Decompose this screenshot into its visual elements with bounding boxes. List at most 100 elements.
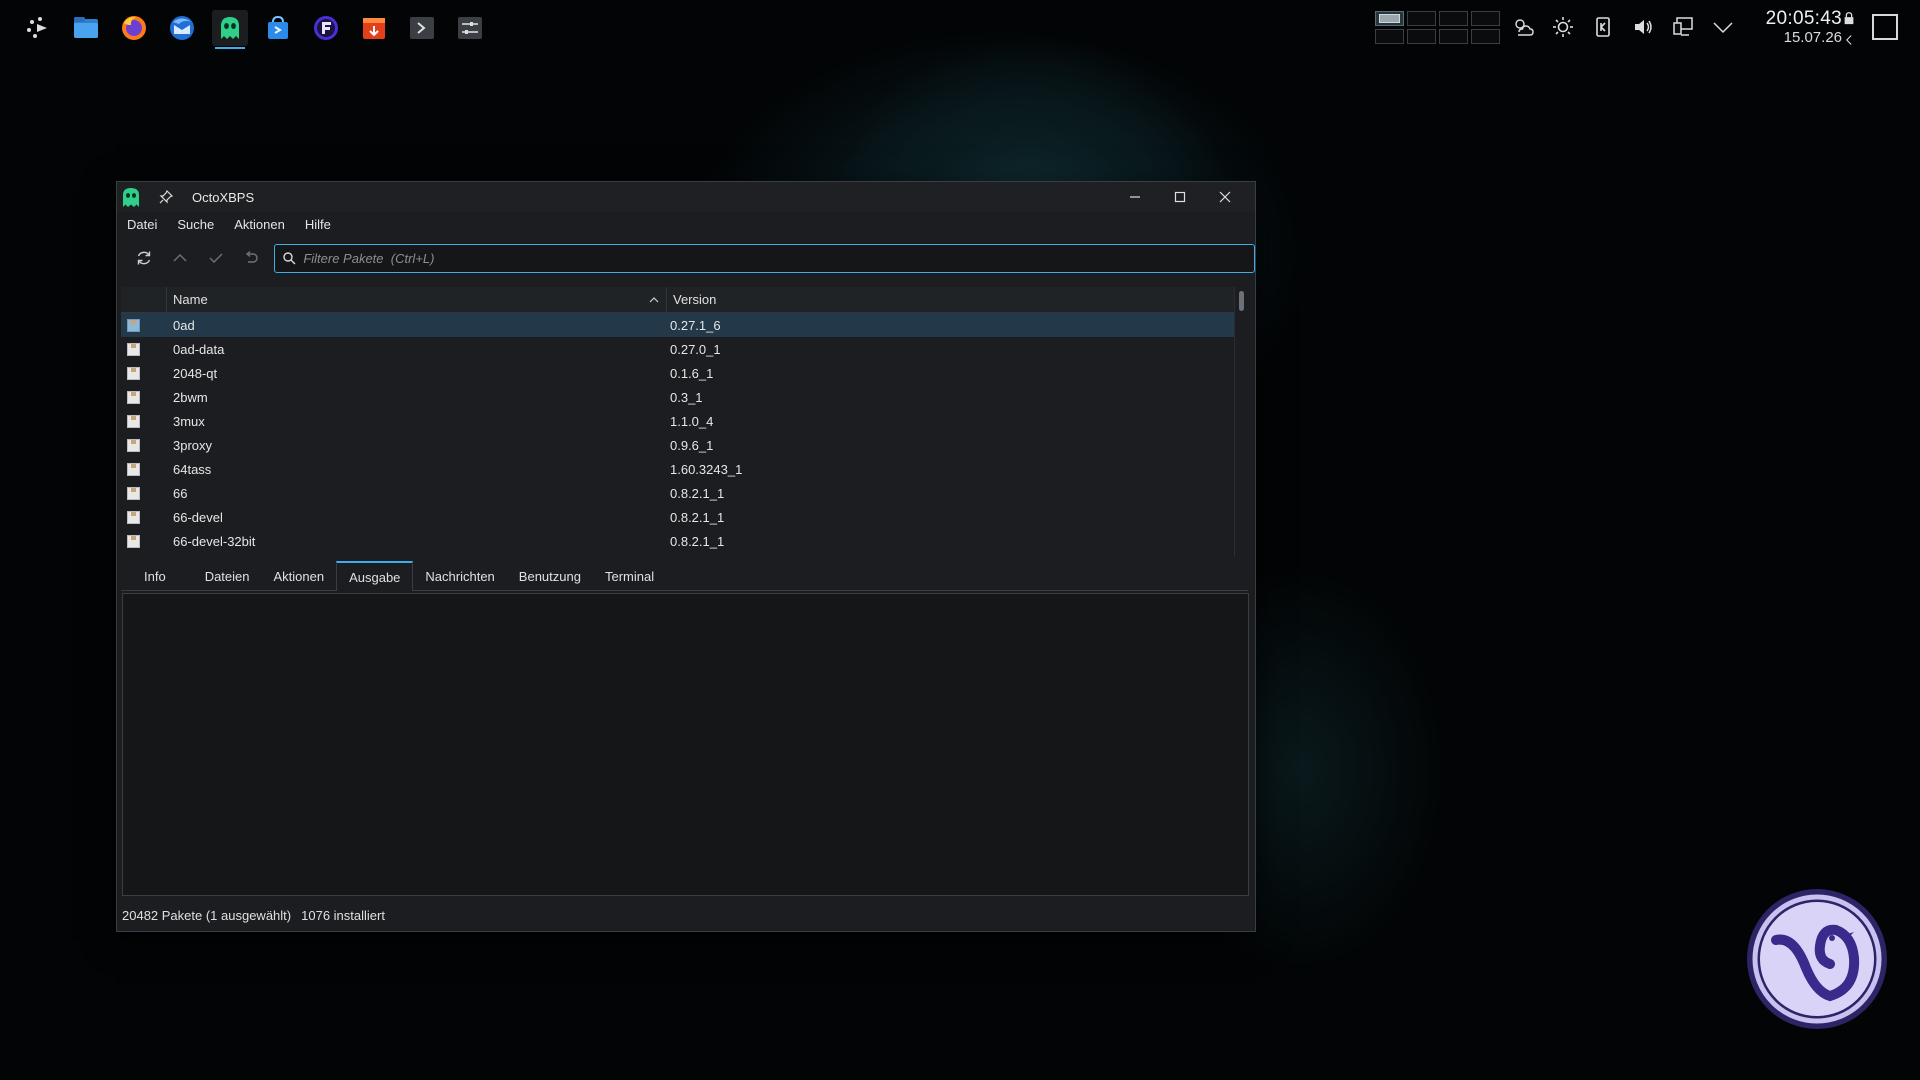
table-row[interactable]: 3proxy 0.9.6_1	[121, 433, 1248, 457]
virtual-desktop-pager[interactable]	[1375, 11, 1500, 44]
row-version: 0.9.6_1	[670, 437, 714, 453]
settings-button[interactable]	[452, 10, 488, 46]
rollback-button[interactable]	[236, 243, 266, 273]
firefox-button[interactable]	[116, 10, 152, 46]
header-status-column[interactable]	[121, 287, 167, 312]
tab-nachrichten[interactable]: Nachrichten	[413, 562, 506, 590]
row-status-cell	[121, 414, 167, 428]
thunderbird-button[interactable]	[164, 10, 200, 46]
table-body: 0ad 0.27.1_6 0ad-data 0.27.0_1 2048-qt 0…	[121, 313, 1248, 553]
desktop-5[interactable]	[1375, 29, 1404, 44]
row-name: 3proxy	[173, 437, 213, 453]
table-row[interactable]: 0ad 0.27.1_6	[121, 313, 1248, 337]
tab-aktionen[interactable]: Aktionen	[262, 562, 337, 590]
maximize-button[interactable]	[1157, 182, 1202, 212]
table-row[interactable]: 66 0.8.2.1_1	[121, 481, 1248, 505]
row-name: 66	[173, 485, 188, 501]
arrows-launcher-icon	[27, 17, 47, 38]
show-desktop-button[interactable]	[1872, 14, 1898, 40]
table-row[interactable]: 3mux 1.1.0_4	[121, 409, 1248, 433]
desktop-2[interactable]	[1407, 11, 1436, 26]
kdeconnect-tray-button[interactable]	[1590, 12, 1616, 42]
chevron-down-icon	[1713, 22, 1733, 34]
octoxbps-window: OctoXBPS Datei Suche Aktionen Hilfe Filt…	[116, 181, 1256, 932]
row-version: 0.8.2.1_1	[670, 485, 725, 501]
sync-button[interactable]	[129, 243, 159, 273]
row-status-cell	[121, 366, 167, 380]
refresh-icon	[137, 251, 151, 265]
desktop-8[interactable]	[1471, 29, 1500, 44]
top-panel: 20:05:43 15.07.26	[0, 0, 1920, 56]
lock-icon[interactable]	[1842, 10, 1856, 26]
chevron-left-icon[interactable]	[1843, 32, 1855, 48]
scrollbar-thumb[interactable]	[1239, 291, 1244, 311]
tab-info[interactable]: Info	[121, 562, 193, 590]
output-text-area[interactable]	[122, 593, 1249, 896]
status-package-count: 20482 Pakete (1 ausgewählt)	[122, 908, 292, 923]
octoxbps-task-button[interactable]	[212, 10, 248, 49]
tab-benutzung[interactable]: Benutzung	[507, 562, 593, 590]
table-row[interactable]: 2048-qt 0.1.6_1	[121, 361, 1248, 385]
header-version-column[interactable]: Version	[667, 287, 1232, 312]
table-scrollbar[interactable]	[1234, 287, 1248, 557]
terminal-button[interactable]	[404, 10, 440, 46]
row-version: 0.8.2.1_1	[670, 509, 725, 525]
row-name: 0ad-data	[173, 341, 225, 357]
firefox-icon	[122, 16, 146, 40]
brightness-tray-button[interactable]	[1550, 12, 1576, 42]
sliders-icon	[458, 17, 482, 39]
network-tray-button[interactable]	[1670, 12, 1696, 42]
media-app-button[interactable]	[356, 10, 392, 46]
window-titlebar[interactable]: OctoXBPS	[117, 182, 1255, 212]
table-row[interactable]: 66-devel 0.8.2.1_1	[121, 505, 1248, 529]
close-button[interactable]	[1202, 182, 1247, 212]
package-icon	[127, 414, 140, 428]
menu-aktionen[interactable]: Aktionen	[234, 217, 285, 232]
package-filter-field[interactable]	[274, 243, 1255, 273]
software-store-button[interactable]	[260, 10, 296, 46]
table-row[interactable]: 64tass 1.60.3243_1	[121, 457, 1248, 481]
tray-expand-button[interactable]	[1710, 12, 1736, 42]
tab-dateien[interactable]: Dateien	[193, 562, 262, 590]
pin-icon[interactable]	[158, 189, 174, 205]
weather-tray-button[interactable]	[1510, 12, 1536, 42]
table-row[interactable]: 66-devel-32bit 0.8.2.1_1	[121, 529, 1248, 553]
row-version: 1.1.0_4	[670, 413, 714, 429]
chevron-up-icon	[173, 254, 187, 262]
row-name: 2048-qt	[173, 365, 218, 381]
table-row[interactable]: 0ad-data 0.27.0_1	[121, 337, 1248, 361]
thunderbird-icon	[170, 16, 194, 40]
row-status-cell	[121, 318, 167, 332]
tab-ausgabe[interactable]: Ausgabe	[336, 561, 414, 591]
menu-datei[interactable]: Datei	[127, 217, 157, 232]
minimize-button[interactable]	[1112, 182, 1157, 212]
upgrade-button[interactable]	[165, 243, 195, 273]
volume-tray-button[interactable]	[1630, 12, 1656, 42]
package-icon	[127, 390, 140, 404]
brightness-sun-icon	[1553, 17, 1573, 37]
tab-terminal[interactable]: Terminal	[593, 562, 666, 590]
f-app-button[interactable]	[308, 10, 344, 46]
digital-clock[interactable]: 20:05:43 15.07.26	[1742, 8, 1842, 46]
header-name-label: Name	[173, 292, 208, 307]
desktop-1[interactable]	[1375, 11, 1404, 26]
desktop-3[interactable]	[1439, 11, 1468, 26]
package-icon	[127, 438, 140, 452]
application-launcher-button[interactable]	[20, 10, 56, 46]
commit-button[interactable]	[201, 243, 231, 273]
desktop-7[interactable]	[1439, 29, 1468, 44]
package-icon	[127, 342, 140, 356]
file-manager-button[interactable]	[68, 10, 104, 46]
desktop-6[interactable]	[1407, 29, 1436, 44]
row-name: 64tass	[173, 461, 212, 477]
package-icon	[127, 510, 140, 524]
desktop-4[interactable]	[1471, 11, 1500, 26]
window-title: OctoXBPS	[192, 189, 255, 205]
package-filter-input[interactable]	[303, 250, 1204, 266]
package-icon	[127, 534, 140, 548]
minimize-icon	[1129, 196, 1140, 198]
table-row[interactable]: 2bwm 0.3_1	[121, 385, 1248, 409]
header-name-column[interactable]: Name	[167, 287, 667, 312]
menu-hilfe[interactable]: Hilfe	[305, 217, 331, 232]
menu-suche[interactable]: Suche	[177, 217, 214, 232]
